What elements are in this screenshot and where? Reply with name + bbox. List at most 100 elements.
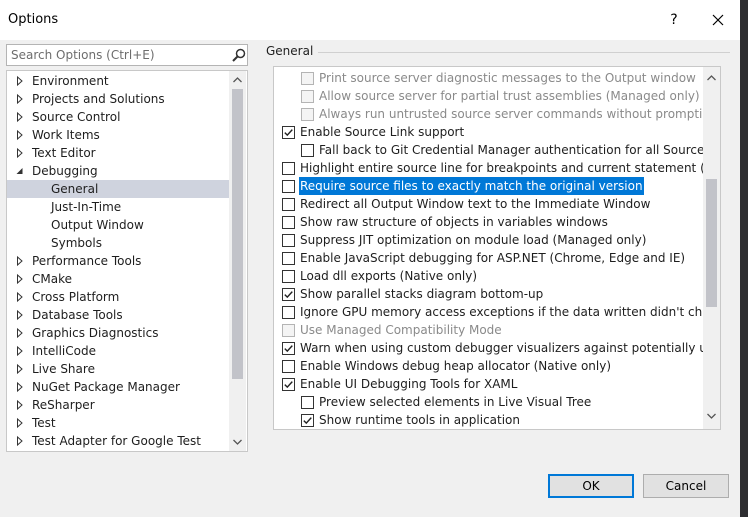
checkbox[interactable] — [282, 360, 295, 373]
tree-item-label: Environment — [32, 74, 109, 88]
option-label: Highlight entire source line for breakpo… — [300, 161, 721, 175]
tree-item[interactable]: Environment — [7, 72, 229, 90]
collapsed-arrow-icon[interactable] — [15, 378, 25, 396]
tree-item[interactable]: IntelliCode — [7, 342, 229, 360]
tree-item[interactable]: Text Editor — [7, 144, 229, 162]
tree-item[interactable]: Cross Platform — [7, 288, 229, 306]
tree-item[interactable]: Live Share — [7, 360, 229, 378]
option-label: Preview selected elements in Live Visual… — [319, 395, 592, 409]
checkbox — [301, 108, 314, 121]
search-icon[interactable] — [231, 47, 247, 63]
checkbox[interactable] — [301, 144, 314, 157]
checkbox[interactable] — [282, 252, 295, 265]
scroll-up-icon[interactable] — [706, 73, 717, 83]
tree-item[interactable]: Graphics Diagnostics — [7, 324, 229, 342]
option-row[interactable]: Show raw structure of objects in variabl… — [282, 213, 703, 231]
option-row[interactable]: Fall back to Git Credential Manager auth… — [301, 141, 720, 159]
option-row[interactable]: Suppress JIT optimization on module load… — [282, 231, 703, 249]
tree-item[interactable]: Debugging — [7, 162, 229, 180]
tree-item[interactable]: Test Adapter for Google Test — [7, 432, 229, 450]
checkbox-checked[interactable] — [282, 342, 295, 355]
option-row[interactable]: Ignore GPU memory access exceptions if t… — [282, 303, 720, 321]
collapsed-arrow-icon[interactable] — [15, 324, 25, 342]
checkbox-checked[interactable] — [282, 126, 295, 139]
option-row[interactable]: Warn when using custom debugger visualiz… — [282, 339, 720, 357]
checkbox[interactable] — [282, 180, 295, 193]
tree-item-label: General — [51, 182, 99, 196]
search-input[interactable] — [11, 47, 221, 63]
tree-item[interactable]: Test — [7, 414, 229, 432]
ok-button[interactable]: OK — [548, 474, 634, 498]
checkbox[interactable] — [282, 216, 295, 229]
collapsed-arrow-icon[interactable] — [15, 432, 25, 450]
tree-item[interactable]: Work Items — [7, 126, 229, 144]
scroll-up-icon[interactable] — [232, 75, 243, 85]
cancel-button[interactable]: Cancel — [643, 474, 729, 498]
checkbox-checked[interactable] — [282, 288, 295, 301]
tree-item[interactable]: Source Control — [7, 108, 229, 126]
option-label: Load dll exports (Native only) — [300, 269, 478, 283]
option-row[interactable]: Require source files to exactly match th… — [282, 177, 703, 195]
option-row[interactable]: Enable Source Link support — [282, 123, 703, 141]
option-row[interactable]: Load dll exports (Native only) — [282, 267, 703, 285]
tree-item[interactable]: Database Tools — [7, 306, 229, 324]
scroll-down-icon[interactable] — [232, 437, 243, 447]
tree-scrollbar[interactable] — [229, 71, 246, 451]
checkbox[interactable] — [282, 306, 295, 319]
option-row[interactable]: Show parallel stacks diagram bottom-up — [282, 285, 703, 303]
tree-item[interactable]: General — [7, 180, 229, 198]
option-row[interactable]: Preview selected elements in Live Visual… — [301, 393, 703, 411]
option-row[interactable]: Enable Windows debug heap allocator (Nat… — [282, 357, 703, 375]
collapsed-arrow-icon[interactable] — [15, 360, 25, 378]
options-scroll-thumb[interactable] — [706, 179, 717, 307]
checkbox[interactable] — [282, 234, 295, 247]
options-panel: Print source server diagnostic messages … — [273, 66, 721, 430]
checkbox-checked[interactable] — [282, 378, 295, 391]
tree-item[interactable]: NuGet Package Manager — [7, 378, 229, 396]
tree-item[interactable]: ReSharper — [7, 396, 229, 414]
tree-item[interactable]: Performance Tools — [7, 252, 229, 270]
tree-item-label: Work Items — [32, 128, 100, 142]
collapsed-arrow-icon[interactable] — [15, 288, 25, 306]
option-row[interactable]: Show runtime tools in application — [301, 411, 703, 429]
checkbox[interactable] — [282, 162, 295, 175]
option-label: Enable Source Link support — [300, 125, 465, 139]
collapsed-arrow-icon[interactable] — [15, 306, 25, 324]
collapsed-arrow-icon[interactable] — [15, 252, 25, 270]
collapsed-arrow-icon[interactable] — [15, 144, 25, 162]
option-row[interactable]: Highlight entire source line for breakpo… — [282, 159, 720, 177]
scroll-down-icon[interactable] — [706, 411, 717, 421]
tree-item-label: CMake — [32, 272, 72, 286]
tree-item[interactable]: Output Window — [7, 216, 229, 234]
option-row[interactable]: Redirect all Output Window text to the I… — [282, 195, 703, 213]
close-icon — [712, 14, 724, 26]
collapsed-arrow-icon[interactable] — [15, 108, 25, 126]
collapsed-arrow-icon[interactable] — [15, 90, 25, 108]
option-label: Show runtime tools in application — [319, 413, 520, 427]
options-scrollbar[interactable] — [703, 67, 720, 429]
checkbox[interactable] — [282, 270, 295, 283]
checkbox[interactable] — [282, 198, 295, 211]
help-button[interactable]: ? — [664, 10, 684, 30]
tree-item[interactable]: Projects and Solutions — [7, 90, 229, 108]
tree-item[interactable]: Symbols — [7, 234, 229, 252]
option-row[interactable]: Enable JavaScript debugging for ASP.NET … — [282, 249, 703, 267]
checkbox-checked[interactable] — [301, 414, 314, 427]
tree-item[interactable]: Just-In-Time — [7, 198, 229, 216]
collapsed-arrow-icon[interactable] — [15, 342, 25, 360]
expanded-arrow-icon[interactable] — [15, 162, 25, 180]
option-row[interactable]: Enable UI Debugging Tools for XAML — [282, 375, 703, 393]
option-label: Always run untrusted source server comma… — [319, 107, 718, 121]
tree-item[interactable]: CMake — [7, 270, 229, 288]
collapsed-arrow-icon[interactable] — [15, 126, 25, 144]
checkmark-icon — [303, 417, 312, 425]
collapsed-arrow-icon[interactable] — [15, 72, 25, 90]
option-label: Require source files to exactly match th… — [299, 177, 644, 195]
tree-scroll-thumb[interactable] — [232, 89, 243, 379]
option-row: Print source server diagnostic messages … — [301, 69, 703, 87]
close-button[interactable] — [706, 10, 730, 30]
checkbox[interactable] — [301, 396, 314, 409]
collapsed-arrow-icon[interactable] — [15, 270, 25, 288]
collapsed-arrow-icon[interactable] — [15, 396, 25, 414]
collapsed-arrow-icon[interactable] — [15, 414, 25, 432]
